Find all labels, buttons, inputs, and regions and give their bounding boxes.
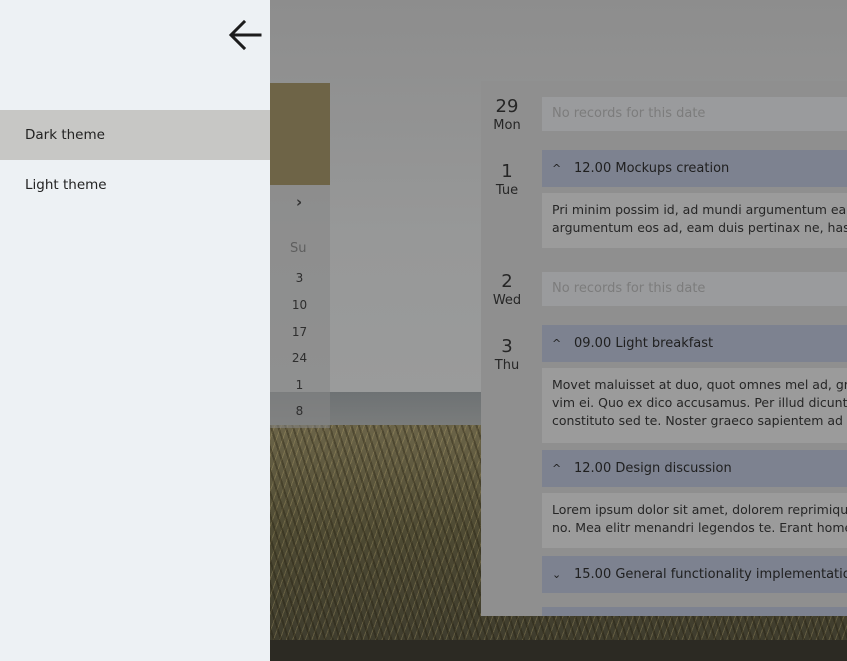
chevron-down-icon: ⌄ bbox=[552, 568, 562, 581]
agenda-panel: 29 Mon No records for this date 1 Tue ^ 1… bbox=[481, 81, 847, 616]
date-weekday: Mon bbox=[493, 118, 521, 133]
menu-item-light-theme[interactable]: Light theme bbox=[0, 160, 270, 210]
date-weekday: Wed bbox=[492, 293, 522, 308]
event-header[interactable]: ^ 12.00 Mockups creation bbox=[542, 150, 847, 187]
date-number: 3 bbox=[501, 336, 513, 357]
no-records-row: No records for this date bbox=[542, 272, 847, 306]
date-number: 29 bbox=[495, 96, 519, 117]
description-line: argumentum eos ad, eam duis pertinax ne,… bbox=[552, 220, 847, 235]
date-weekday: Tue bbox=[495, 183, 519, 198]
date-label: 1 Tue bbox=[481, 161, 533, 199]
calendar-day[interactable]: 10 bbox=[270, 298, 330, 312]
arrow-left-icon bbox=[228, 19, 262, 51]
no-records-row: No records for this date bbox=[542, 97, 847, 131]
description-line: Lorem ipsum dolor sit amet, dolorem repr… bbox=[552, 502, 847, 517]
date-label: 29 Mon bbox=[481, 96, 533, 134]
date-label: 2 Wed bbox=[481, 271, 533, 309]
month-calendar: › Su 3 10 17 24 1 8 bbox=[270, 83, 330, 428]
date-label: 3 Thu bbox=[481, 336, 533, 374]
event-header[interactable]: ^ 12.00 Design discussion bbox=[542, 450, 847, 487]
date-weekday: Thu bbox=[494, 358, 520, 373]
date-number: 2 bbox=[501, 271, 513, 292]
description-line: constituto sed te. Noster graeco sapient… bbox=[552, 413, 847, 428]
calendar-day[interactable]: 8 bbox=[270, 404, 330, 418]
date-number: 1 bbox=[501, 161, 513, 182]
menu-item-dark-theme[interactable]: Dark theme bbox=[0, 110, 270, 160]
event-header[interactable]: ⌄ 15.00 General functionality implementat… bbox=[542, 556, 847, 593]
navigation-drawer: Dark theme Light theme bbox=[0, 0, 270, 661]
event-header[interactable]: ^ 09.00 Light breakfast bbox=[542, 325, 847, 362]
chevron-right-icon[interactable]: › bbox=[296, 193, 302, 211]
chevron-up-icon: ^ bbox=[552, 337, 562, 350]
event-title: 15.00 General functionality implementati… bbox=[574, 567, 847, 582]
weekday-label: Su bbox=[290, 241, 307, 256]
calendar-grid: › Su 3 10 17 24 1 8 bbox=[270, 185, 330, 428]
event-title: 12.00 Design discussion bbox=[574, 461, 732, 476]
event-header-partial bbox=[542, 607, 847, 616]
calendar-day[interactable]: 1 bbox=[270, 378, 330, 392]
event-description: Movet maluisset at duo, quot omnes mel a… bbox=[542, 368, 847, 443]
event-title: 09.00 Light breakfast bbox=[574, 336, 714, 351]
chevron-up-icon: ^ bbox=[552, 462, 562, 475]
event-description: Pri minim possim id, ad mundi argumentum… bbox=[542, 193, 847, 248]
back-button[interactable] bbox=[226, 17, 264, 53]
description-line: no. Mea elitr menandri legendos te. Eran… bbox=[552, 520, 847, 535]
calendar-day[interactable]: 3 bbox=[270, 271, 330, 285]
description-line: Pri minim possim id, ad mundi argumentum… bbox=[552, 202, 847, 217]
calendar-header bbox=[270, 83, 330, 185]
calendar-day[interactable]: 24 bbox=[270, 351, 330, 365]
event-title: 12.00 Mockups creation bbox=[574, 161, 730, 176]
chevron-up-icon: ^ bbox=[552, 162, 562, 175]
description-line: Movet maluisset at duo, quot omnes mel a… bbox=[552, 377, 847, 392]
description-line: vim ei. Quo ex dico accusamus. Per illud… bbox=[552, 395, 847, 410]
calendar-day[interactable]: 17 bbox=[270, 325, 330, 339]
event-description: Lorem ipsum dolor sit amet, dolorem repr… bbox=[542, 493, 847, 548]
